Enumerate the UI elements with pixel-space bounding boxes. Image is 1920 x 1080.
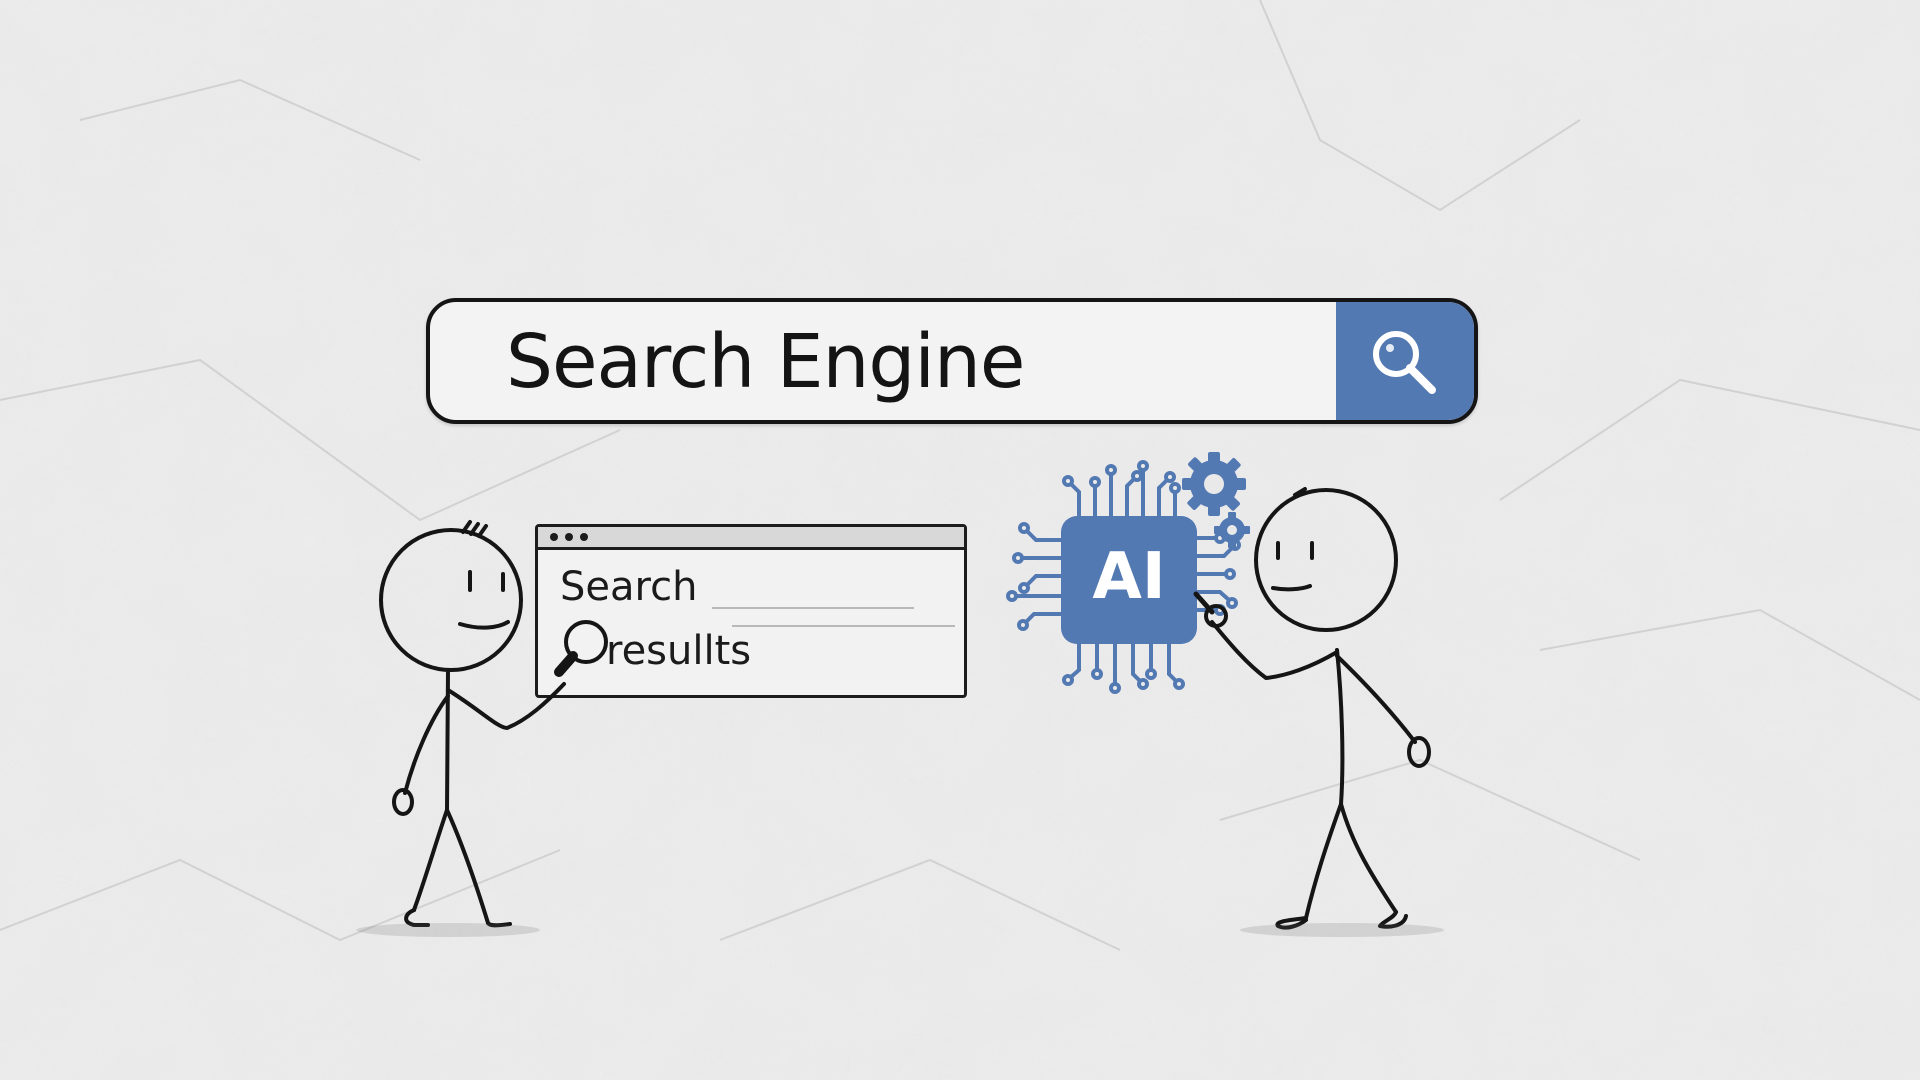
left-stick-figure [379, 520, 608, 928]
magnifying-glass-handle [554, 651, 578, 677]
left-left-arm [403, 694, 450, 795]
right-hand [1407, 736, 1431, 768]
left-mouth [458, 620, 510, 630]
left-leg [412, 808, 449, 912]
right-body [1335, 648, 1345, 806]
gear-icon [1182, 452, 1246, 516]
left-hand [392, 788, 414, 816]
right-right-arm [1335, 654, 1417, 744]
right-leg [1304, 802, 1343, 920]
right-mouth [1271, 584, 1312, 592]
sketch-illustration-overlay [356, 452, 1444, 937]
left-right-arm [446, 682, 566, 730]
right-head [1254, 488, 1398, 632]
left-head [379, 528, 523, 672]
left-leg [445, 808, 490, 925]
hair-strand [477, 524, 488, 538]
left-foot [404, 908, 430, 927]
right-stick-figure [1193, 487, 1431, 930]
right-leg [1339, 802, 1398, 914]
ground-shadows [356, 923, 1444, 937]
